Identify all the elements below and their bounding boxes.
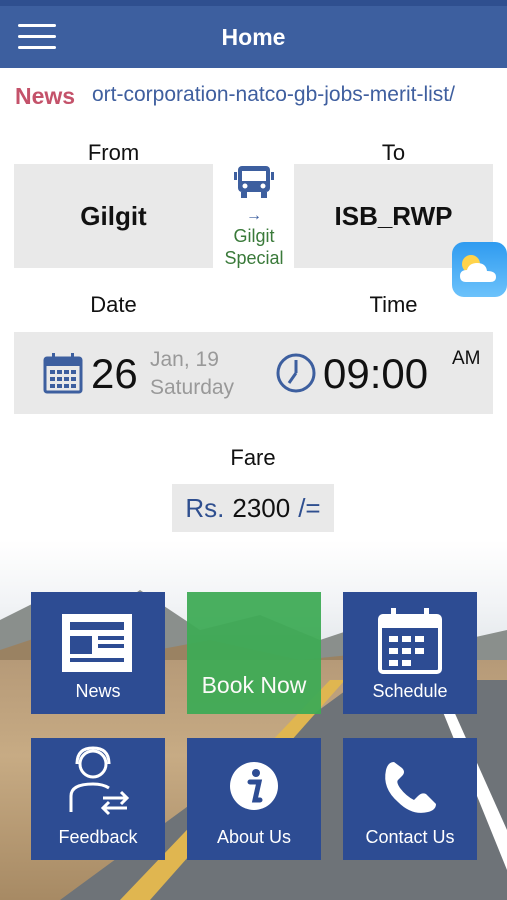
date-day[interactable]: 26 [91,350,138,398]
date-weekday: Saturday [150,376,235,399]
time-ampm: AM [452,348,481,369]
calendar-icon[interactable] [43,352,83,394]
newspaper-icon [62,614,132,672]
info-icon [230,762,278,810]
news-ticker-label: News [15,83,76,109]
app-header: Home [0,6,507,68]
contact-us-tile-label: Contact Us [365,827,455,847]
date-details[interactable]: Jan, 19 Saturday [150,346,234,402]
from-city-selector[interactable]: Gilgit [14,164,213,268]
fare-amount: 2300 [232,492,291,523]
book-now-label: Book Now [201,672,307,698]
date-month-year: Jan, 19 [150,348,219,371]
schedule-tile-button[interactable]: Schedule [343,592,477,714]
fare-currency: Rs. [185,492,225,523]
fare-suffix: /= [298,492,321,523]
bus-service-line-2: Special [224,248,284,268]
bus-service-line-1: Gilgit [233,226,275,246]
schedule-calendar-icon [378,608,442,674]
contact-us-tile-button[interactable]: Contact Us [343,738,477,860]
clock-icon[interactable] [276,352,316,394]
schedule-tile-label: Schedule [372,681,448,701]
from-city-value: Gilgit [80,200,147,231]
date-time-row: 26 Jan, 19 Saturday 09:00 AM [14,332,493,414]
bus-service-info: → Gilgit Special [214,160,294,270]
news-ticker-text[interactable]: ort-corporation-natco-gb-jobs-merit-list… [92,83,492,107]
about-us-tile-button[interactable]: About Us [187,738,321,860]
news-ticker[interactable]: News ort-corporation-natco-gb-jobs-merit… [0,68,507,122]
feedback-tile-button[interactable]: Feedback [31,738,165,860]
weather-app-icon[interactable] [452,242,507,297]
news-tile-button[interactable]: News [31,592,165,714]
time-value[interactable]: 09:00 [323,350,428,398]
date-label: Date [90,292,137,317]
news-tile-label: News [75,681,121,701]
fare-display: Rs. 2300 /= [172,484,334,532]
to-label: To [381,140,406,165]
fare-label: Fare [230,445,276,470]
route-arrow-icon: → [246,207,262,224]
feedback-person-icon [69,746,130,816]
phone-icon [385,762,436,813]
to-city-value: ISB_RWP [334,200,453,231]
from-label: From [87,140,140,165]
book-now-button[interactable]: Book Now [187,592,321,714]
bus-icon [234,166,274,198]
about-us-tile-label: About Us [216,827,292,847]
time-label: Time [369,292,418,317]
page-title: Home [221,24,286,50]
feedback-tile-label: Feedback [58,827,138,847]
